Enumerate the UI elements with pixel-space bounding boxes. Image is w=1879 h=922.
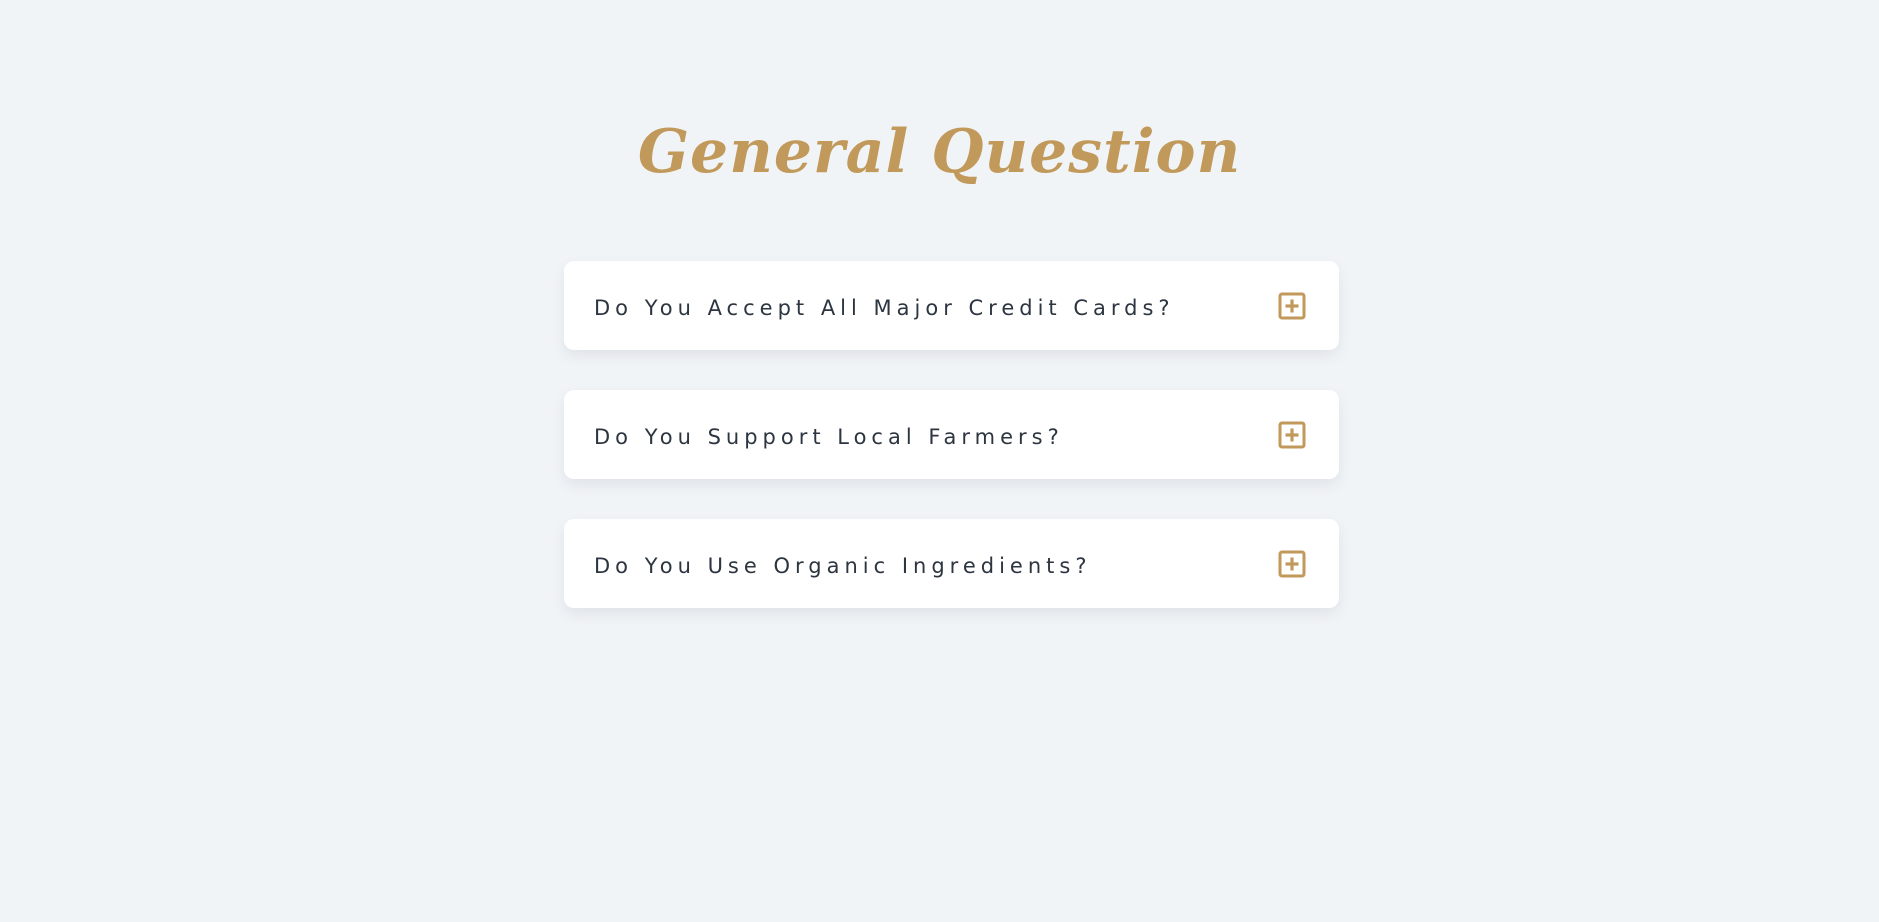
page-title: General Question xyxy=(637,117,1242,187)
faq-item-credit-cards[interactable]: Do You Accept All Major Credit Cards? xyxy=(564,261,1339,350)
faq-question: Do You Use Organic Ingredients? xyxy=(594,553,1092,578)
plus-square-icon[interactable] xyxy=(1277,420,1307,450)
plus-square-icon[interactable] xyxy=(1277,291,1307,321)
faq-page: General Question Do You Accept All Major… xyxy=(0,0,1879,922)
plus-square-icon[interactable] xyxy=(1277,549,1307,579)
faq-item-organic-ingredients[interactable]: Do You Use Organic Ingredients? xyxy=(564,519,1339,608)
faq-question: Do You Support Local Farmers? xyxy=(594,424,1064,449)
faq-question: Do You Accept All Major Credit Cards? xyxy=(594,295,1175,320)
faq-item-local-farmers[interactable]: Do You Support Local Farmers? xyxy=(564,390,1339,479)
faq-list: Do You Accept All Major Credit Cards? Do… xyxy=(564,261,1339,648)
